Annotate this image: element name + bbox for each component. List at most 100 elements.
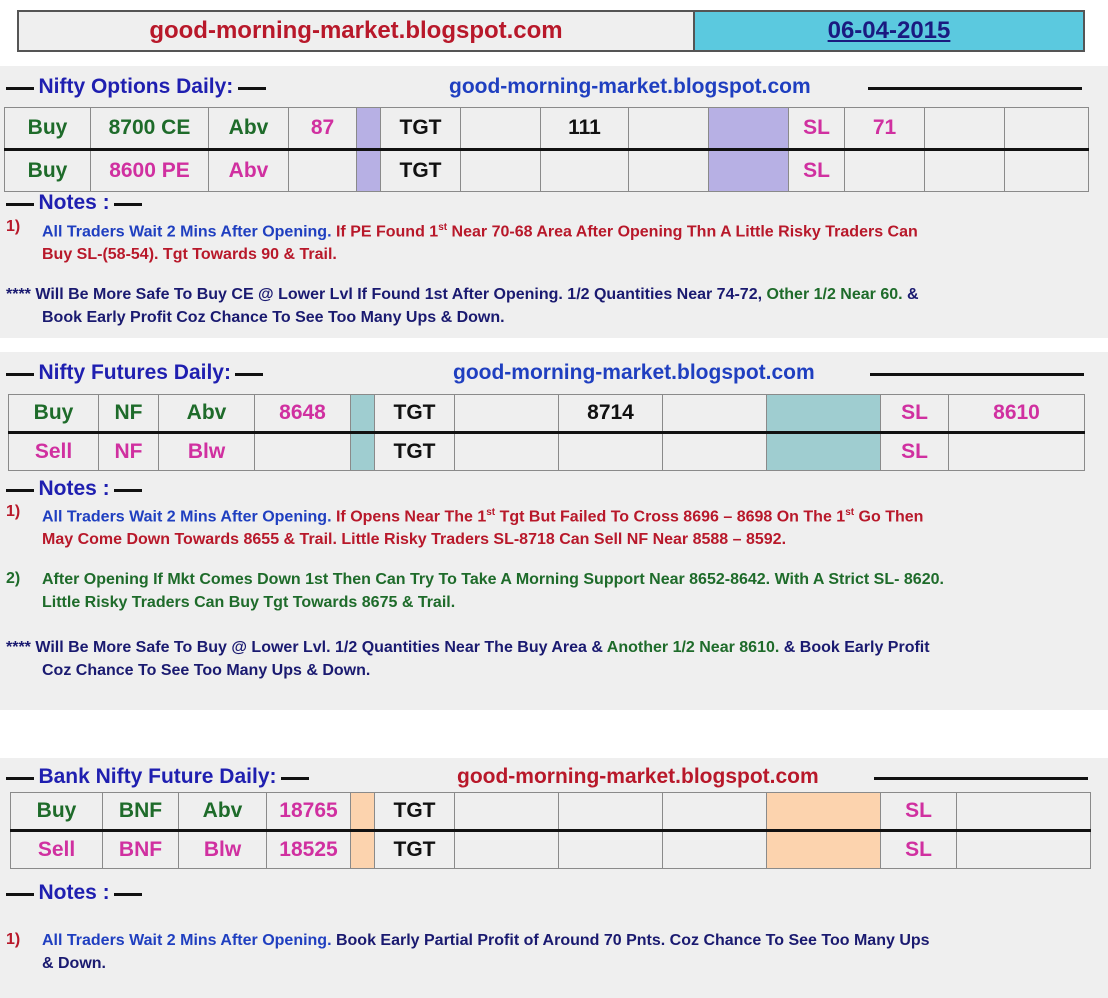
options-row-1: Buy 8700 CE Abv 87 TGT 111 SL 71 — [4, 107, 1089, 151]
cell: SL — [880, 792, 957, 832]
cell-spacer — [766, 432, 881, 471]
banknifty-title-row: Bank Nifty Future Daily: — [6, 765, 309, 789]
cell — [924, 107, 1005, 151]
cell — [628, 107, 709, 151]
futures-table: Buy NF Abv 8648 TGT 8714 SL 8610 Sell NF… — [8, 394, 1085, 471]
cell: TGT — [380, 107, 461, 151]
cell: SL — [880, 394, 949, 434]
cell — [558, 792, 663, 832]
options-rule — [868, 87, 1082, 90]
cell: 111 — [540, 107, 629, 151]
futures-note-3: **** Will Be More Safe To Buy @ Lower Lv… — [6, 639, 930, 679]
cell — [628, 149, 709, 192]
cell — [288, 149, 357, 192]
cell: Blw — [158, 432, 255, 471]
cell: SL — [788, 107, 845, 151]
cell — [662, 830, 767, 869]
options-note-1-number: 1) — [6, 218, 21, 235]
cell — [1004, 149, 1089, 192]
cell: NF — [98, 394, 159, 434]
cell: 18525 — [266, 830, 351, 869]
cell — [540, 149, 629, 192]
futures-note-1-number: 1) — [6, 503, 21, 520]
cell-spacer — [766, 830, 881, 869]
futures-note-1: All Traders Wait 2 Mins After Opening. I… — [42, 507, 924, 549]
cell — [254, 432, 351, 471]
cell — [844, 149, 925, 192]
options-notes-heading: Notes : — [6, 191, 143, 215]
banknifty-rule — [874, 777, 1088, 780]
cell: Abv — [208, 107, 289, 151]
cell: 8700 CE — [90, 107, 209, 151]
cell: 71 — [844, 107, 925, 151]
banknifty-notes-heading: Notes : — [6, 881, 143, 905]
cell: Sell — [10, 830, 103, 869]
header-date: 06-04-2015 — [695, 10, 1085, 52]
cell-spacer — [766, 792, 881, 832]
futures-title: Nifty Futures Daily: — [38, 361, 231, 384]
cell — [460, 149, 541, 192]
banknifty-row-2: Sell BNF Blw 18525 TGT SL — [10, 830, 1091, 869]
cell-spacer — [350, 432, 375, 471]
cell — [956, 792, 1091, 832]
cell: Buy — [8, 394, 99, 434]
futures-notes-heading: Notes : — [6, 477, 143, 501]
cell — [558, 830, 663, 869]
cell: SL — [880, 830, 957, 869]
cell: BNF — [102, 792, 179, 832]
banknifty-table: Buy BNF Abv 18765 TGT SL Sell BNF Blw 18… — [10, 792, 1091, 869]
cell: Blw — [178, 830, 267, 869]
cell: 87 — [288, 107, 357, 151]
cell-spacer — [708, 149, 789, 192]
cell: Abv — [208, 149, 289, 192]
cell — [948, 432, 1085, 471]
banknifty-title: Bank Nifty Future Daily: — [38, 765, 277, 788]
options-note-1: All Traders Wait 2 Mins After Opening. I… — [42, 222, 918, 264]
options-site-label: good-morning-market.blogspot.com — [449, 75, 811, 98]
cell-spacer — [356, 107, 381, 151]
cell: TGT — [374, 432, 455, 471]
cell: BNF — [102, 830, 179, 869]
cell — [662, 792, 767, 832]
options-row-2: Buy 8600 PE Abv TGT SL — [4, 149, 1089, 192]
futures-note-2: After Opening If Mkt Comes Down 1st Then… — [42, 571, 944, 611]
cell — [662, 394, 767, 434]
cell-spacer — [350, 830, 375, 869]
cell: TGT — [374, 830, 455, 869]
cell-spacer — [350, 792, 375, 832]
cell: Abv — [158, 394, 255, 434]
cell — [1004, 107, 1089, 151]
cell-spacer — [766, 394, 881, 434]
cell — [956, 830, 1091, 869]
futures-title-row: Nifty Futures Daily: — [6, 361, 264, 385]
options-table: Buy 8700 CE Abv 87 TGT 111 SL 71 Buy 860… — [4, 107, 1089, 192]
cell-spacer — [356, 149, 381, 192]
cell: 8610 — [948, 394, 1085, 434]
cell: Sell — [8, 432, 99, 471]
futures-rule — [870, 373, 1084, 376]
cell: Buy — [4, 107, 91, 151]
banknifty-note-1: All Traders Wait 2 Mins After Opening. B… — [42, 932, 930, 972]
cell-spacer — [708, 107, 789, 151]
header-site-title: good-morning-market.blogspot.com — [17, 10, 695, 52]
cell: SL — [880, 432, 949, 471]
options-note-2: **** Will Be More Safe To Buy CE @ Lower… — [6, 286, 919, 326]
cell — [460, 107, 541, 151]
cell-spacer — [350, 394, 375, 434]
cell — [454, 792, 559, 832]
options-title: Nifty Options Daily: — [38, 75, 234, 98]
cell — [454, 830, 559, 869]
futures-site-label: good-morning-market.blogspot.com — [453, 361, 815, 384]
cell: TGT — [380, 149, 461, 192]
options-title-row: Nifty Options Daily: — [6, 75, 266, 99]
cell: SL — [788, 149, 845, 192]
banknifty-row-1: Buy BNF Abv 18765 TGT SL — [10, 792, 1091, 832]
cell — [662, 432, 767, 471]
cell: TGT — [374, 792, 455, 832]
cell: TGT — [374, 394, 455, 434]
banknifty-note-1-number: 1) — [6, 931, 21, 948]
cell: 8600 PE — [90, 149, 209, 192]
cell — [558, 432, 663, 471]
cell: 18765 — [266, 792, 351, 832]
cell — [454, 394, 559, 434]
